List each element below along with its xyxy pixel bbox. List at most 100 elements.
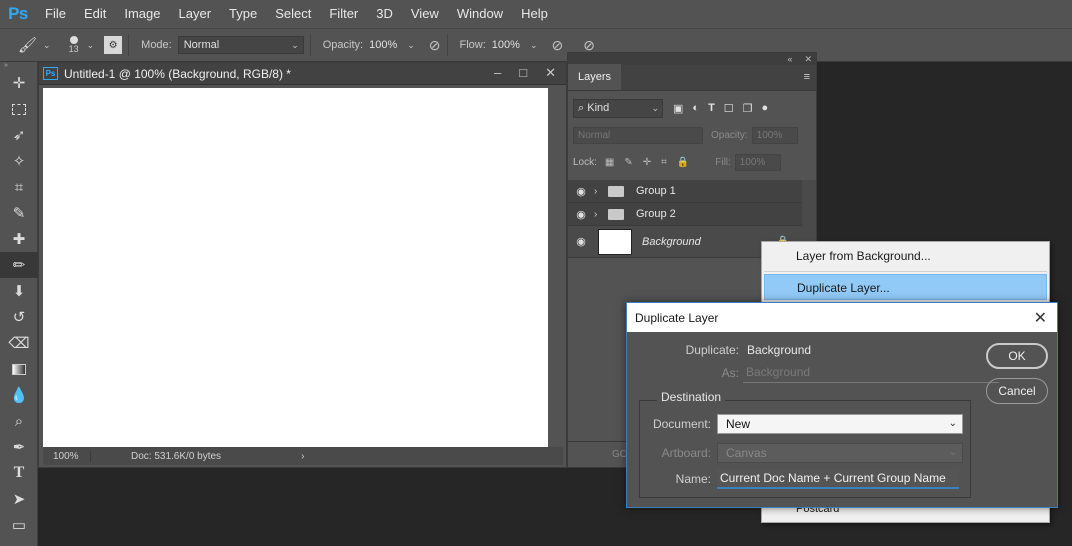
lock-image-icon[interactable]: ✎ bbox=[624, 157, 632, 168]
document-row: Document: New ⌄ bbox=[647, 414, 963, 434]
dodge-tool-icon[interactable]: ⌕ bbox=[0, 408, 38, 434]
photoshop-logo: Ps bbox=[8, 4, 28, 23]
filter-icons: ▣ ◐ T ☐ ❐ ● bbox=[673, 102, 768, 115]
folder-icon bbox=[608, 208, 624, 220]
collapse-icon[interactable]: « bbox=[787, 54, 792, 64]
as-input[interactable]: Background bbox=[743, 363, 999, 383]
chevron-down-icon: ⌄ bbox=[948, 447, 957, 458]
artboard-select[interactable]: Canvas ⌄ bbox=[717, 443, 963, 463]
mode-value: Normal bbox=[183, 39, 220, 51]
brush-preset-picker[interactable]: 13 bbox=[69, 36, 79, 54]
brush-tool-icon[interactable]: 🖌 bbox=[18, 36, 37, 54]
menu-file[interactable]: File bbox=[36, 0, 75, 28]
eye-icon[interactable]: ◉ bbox=[568, 185, 594, 198]
pen-tool-icon[interactable]: ✒ bbox=[0, 434, 38, 460]
lock-row: Lock: ▦ ✎ ✛ ⌗ 🔒 Fill: 100% bbox=[568, 149, 816, 176]
menu-edit[interactable]: Edit bbox=[75, 0, 115, 28]
kind-filter-select[interactable]: ⌕ Kind ⌄ bbox=[573, 99, 663, 118]
blend-mode-select[interactable]: Normal bbox=[573, 127, 703, 144]
pressure-opacity-icon[interactable]: ⊘ bbox=[429, 37, 441, 54]
move-tool-icon[interactable]: ✛ bbox=[0, 70, 38, 96]
chevron-down-icon[interactable]: ⌄ bbox=[407, 40, 415, 51]
chevron-right-icon[interactable]: › bbox=[594, 209, 606, 220]
layer-name: Group 2 bbox=[636, 208, 676, 220]
flow-value[interactable]: 100% bbox=[492, 39, 520, 51]
close-icon[interactable]: ✕ bbox=[1034, 308, 1047, 328]
gradient-tool-icon[interactable] bbox=[0, 356, 38, 382]
eyedropper-tool-icon[interactable]: ✎ bbox=[0, 200, 38, 226]
menu-type[interactable]: Type bbox=[220, 0, 266, 28]
menu-window[interactable]: Window bbox=[448, 0, 512, 28]
opacity-value[interactable]: 100% bbox=[369, 39, 397, 51]
opacity-label: Opacity: bbox=[322, 39, 364, 51]
as-row: As: Background bbox=[655, 363, 999, 383]
airbrush-icon[interactable]: ⊘ bbox=[551, 37, 563, 54]
pixel-filter-icon[interactable]: ▣ bbox=[673, 102, 683, 115]
tab-layers[interactable]: Layers bbox=[568, 64, 622, 90]
type-tool-icon[interactable]: T bbox=[0, 460, 38, 486]
collapse-arrows-icon[interactable]: » bbox=[0, 62, 37, 70]
document-title: Untitled-1 @ 100% (Background, RGB/8) * bbox=[64, 66, 291, 81]
adjustment-filter-icon[interactable]: ◐ bbox=[692, 102, 699, 115]
lasso-tool-icon[interactable]: ➶ bbox=[0, 122, 38, 148]
menu-help[interactable]: Help bbox=[512, 0, 557, 28]
shape-tool-icon[interactable]: ▭ bbox=[0, 512, 38, 538]
menu-item-layer-from-background[interactable]: Layer from Background... bbox=[762, 243, 1049, 269]
menu-filter[interactable]: Filter bbox=[320, 0, 367, 28]
chevron-down-icon[interactable]: ⌄ bbox=[87, 40, 95, 51]
cancel-button[interactable]: Cancel bbox=[986, 378, 1048, 404]
lock-artboard-icon[interactable]: ⌗ bbox=[661, 157, 667, 168]
mode-select[interactable]: Normal ⌄ bbox=[177, 36, 304, 54]
healing-brush-tool-icon[interactable]: ✚ bbox=[0, 226, 38, 252]
lock-position-icon[interactable]: ✛ bbox=[643, 157, 651, 168]
window-controls: – □ ✕ bbox=[494, 65, 556, 81]
menu-3d[interactable]: 3D bbox=[367, 0, 402, 28]
menu-view[interactable]: View bbox=[402, 0, 448, 28]
layer-row-group-2[interactable]: ◉ › Group 2 bbox=[568, 203, 803, 226]
document-title-bar[interactable]: Ps Untitled-1 @ 100% (Background, RGB/8)… bbox=[39, 63, 566, 85]
eye-icon[interactable]: ◉ bbox=[568, 208, 594, 221]
lock-all-icon[interactable]: 🔒 bbox=[677, 157, 689, 168]
history-brush-tool-icon[interactable]: ↺ bbox=[0, 304, 38, 330]
name-input[interactable]: Current Doc Name + Current Group Name bbox=[717, 469, 959, 489]
divider bbox=[128, 34, 130, 56]
document-select[interactable]: New ⌄ bbox=[717, 414, 963, 434]
marquee-tool-icon[interactable] bbox=[0, 96, 38, 122]
fill-field[interactable]: 100% bbox=[734, 154, 781, 171]
pressure-size-icon[interactable]: ⊘ bbox=[583, 37, 595, 54]
dialog-title-bar[interactable]: Duplicate Layer ✕ bbox=[627, 303, 1057, 332]
chevron-right-icon[interactable]: › bbox=[594, 186, 606, 197]
close-icon[interactable]: ✕ bbox=[804, 54, 812, 65]
type-filter-icon[interactable]: T bbox=[708, 102, 715, 115]
maximize-icon[interactable]: □ bbox=[519, 65, 527, 81]
ok-button[interactable]: OK bbox=[986, 343, 1048, 369]
eye-icon[interactable]: ◉ bbox=[568, 235, 594, 248]
panel-menu-icon[interactable]: ≡ bbox=[804, 71, 810, 83]
artboard-label: Artboard: bbox=[661, 446, 711, 460]
menu-layer[interactable]: Layer bbox=[170, 0, 221, 28]
menu-item-duplicate-layer[interactable]: Duplicate Layer... bbox=[764, 274, 1047, 300]
chevron-down-icon[interactable]: ⌄ bbox=[530, 40, 538, 51]
brush-panel-icon[interactable]: ⚙ bbox=[104, 36, 123, 54]
brush-tool-icon[interactable]: ✏ bbox=[0, 252, 38, 278]
close-icon[interactable]: ✕ bbox=[545, 65, 556, 81]
shape-filter-icon[interactable]: ☐ bbox=[724, 102, 734, 115]
menu-image[interactable]: Image bbox=[115, 0, 169, 28]
opacity-field[interactable]: 100% bbox=[751, 127, 798, 144]
layer-row-group-1[interactable]: ◉ › Group 1 bbox=[568, 180, 803, 203]
eraser-tool-icon[interactable]: ⌫ bbox=[0, 330, 38, 356]
canvas[interactable] bbox=[43, 88, 548, 447]
chevron-down-icon[interactable]: ⌄ bbox=[43, 40, 51, 51]
minimize-icon[interactable]: – bbox=[494, 65, 501, 81]
filter-toggle-icon[interactable]: ● bbox=[762, 102, 769, 115]
lock-transparent-icon[interactable]: ▦ bbox=[605, 157, 614, 168]
zoom-level[interactable]: 100% bbox=[43, 450, 91, 462]
magic-wand-tool-icon[interactable]: ✧ bbox=[0, 148, 38, 174]
blur-tool-icon[interactable]: 💧 bbox=[0, 382, 38, 408]
crop-tool-icon[interactable]: ⌗ bbox=[0, 174, 38, 200]
stamp-tool-icon[interactable]: ⬇ bbox=[0, 278, 38, 304]
menu-select[interactable]: Select bbox=[266, 0, 320, 28]
path-selection-tool-icon[interactable]: ➤ bbox=[0, 486, 38, 512]
smart-object-filter-icon[interactable]: ❐ bbox=[743, 102, 753, 115]
chevron-right-icon[interactable]: › bbox=[301, 451, 304, 462]
